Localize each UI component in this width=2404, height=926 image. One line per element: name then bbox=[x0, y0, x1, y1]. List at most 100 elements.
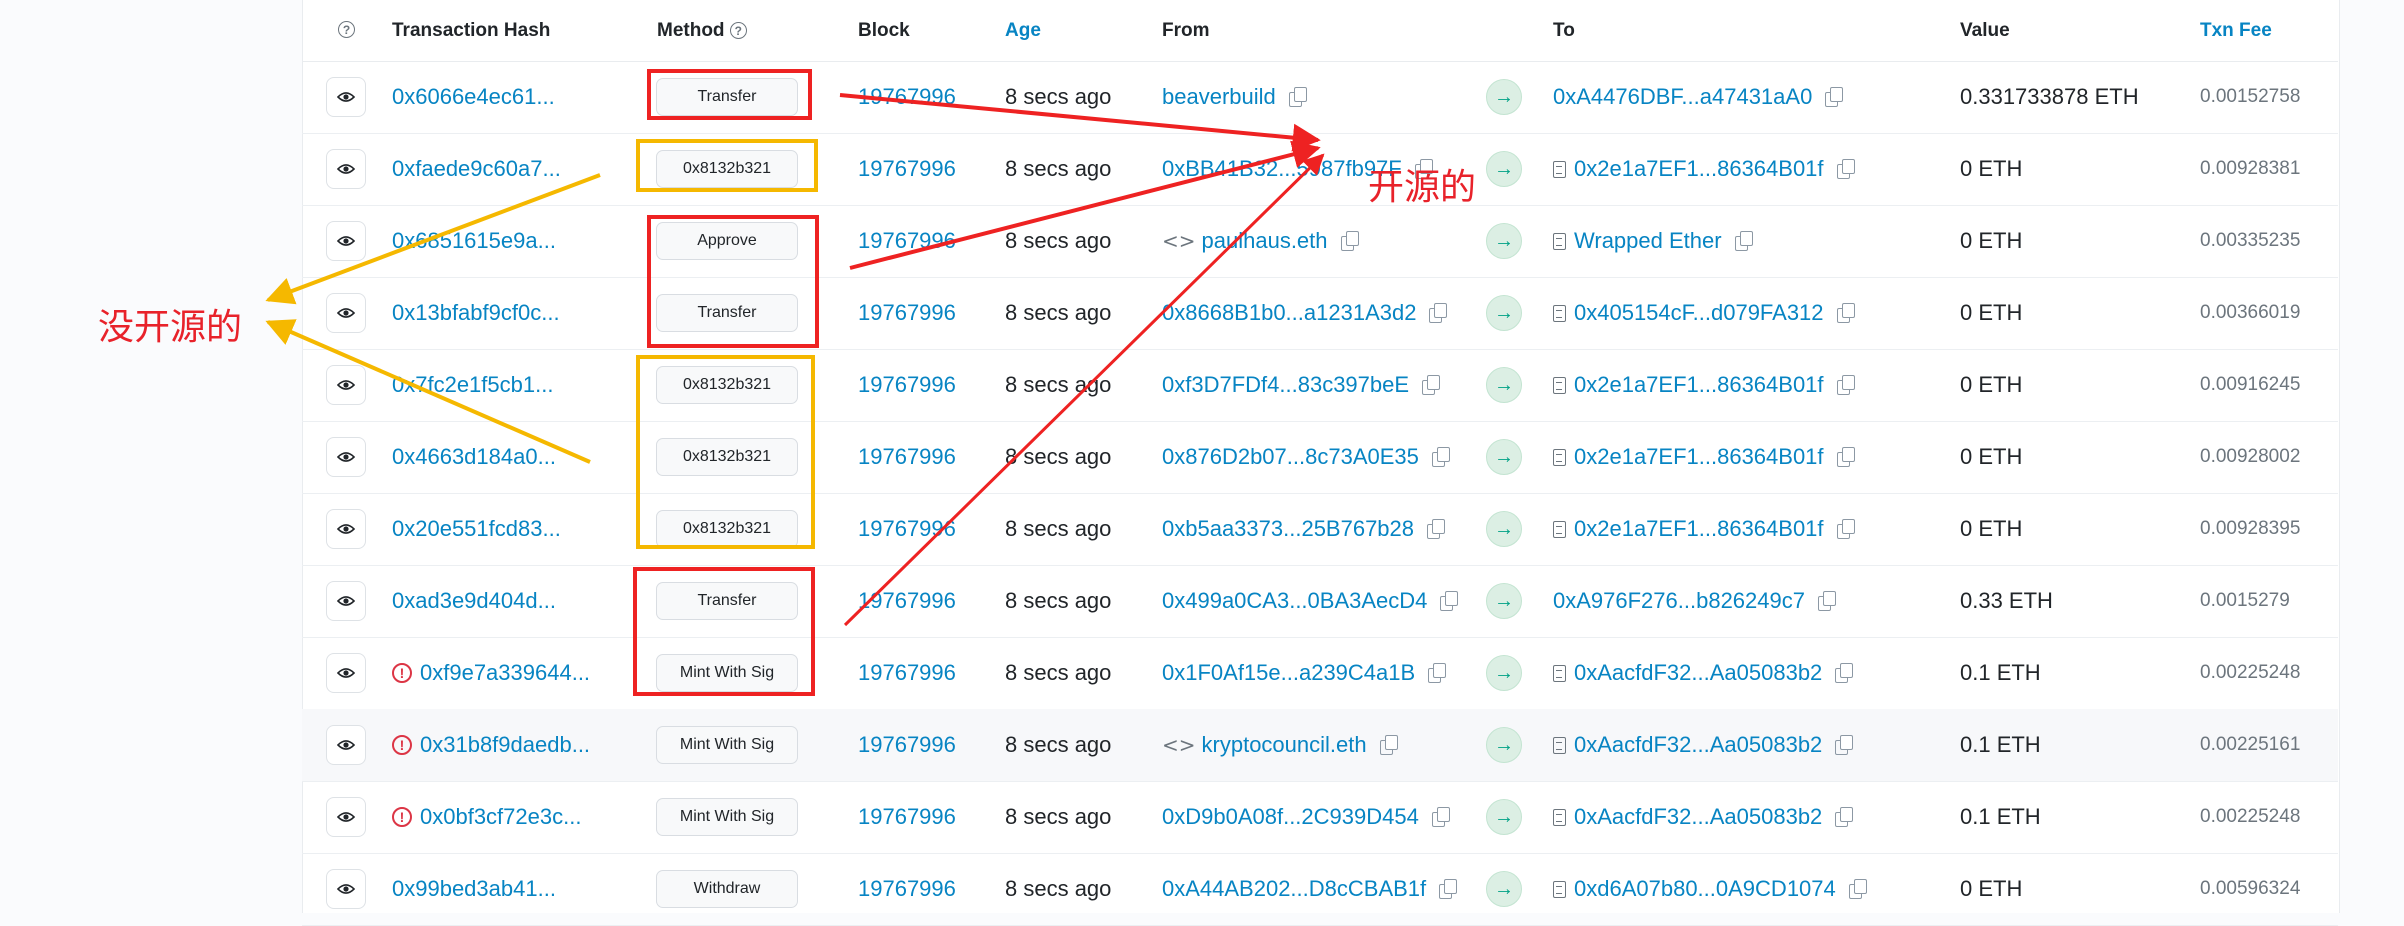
block-link[interactable]: 19767996 bbox=[858, 156, 956, 182]
txn-fee-text: 0.00596324 bbox=[2200, 878, 2301, 899]
copy-icon[interactable] bbox=[1836, 375, 1856, 395]
txn-fee-text: 0.00928395 bbox=[2200, 518, 2301, 539]
copy-icon[interactable] bbox=[1836, 447, 1856, 467]
copy-icon[interactable] bbox=[1431, 447, 1451, 467]
copy-icon[interactable] bbox=[1340, 231, 1360, 251]
tx-hash-link[interactable]: 0x20e551fcd83... bbox=[392, 516, 561, 542]
annotation-box-transfer bbox=[647, 69, 812, 120]
from-address-link[interactable]: 0x1F0Af15e...a239C4a1B bbox=[1162, 660, 1415, 686]
tx-hash-link[interactable]: 0x31b8f9daedb... bbox=[420, 732, 590, 758]
to-address-link[interactable]: 0x2e1a7EF1...86364B01f bbox=[1574, 516, 1824, 542]
eye-icon[interactable] bbox=[326, 221, 366, 261]
copy-icon[interactable] bbox=[1734, 231, 1754, 251]
from-address-link[interactable]: 0x8668B1b0...a1231A3d2 bbox=[1162, 300, 1416, 326]
copy-icon[interactable] bbox=[1288, 87, 1308, 107]
block-link[interactable]: 19767996 bbox=[858, 516, 956, 542]
tx-hash-link[interactable]: 0x13bfabf9cf0c... bbox=[392, 300, 560, 326]
method-badge[interactable]: Withdraw bbox=[656, 870, 798, 908]
from-address-link[interactable]: 0xA44AB202...D8cCBAB1f bbox=[1162, 876, 1426, 902]
copy-icon[interactable] bbox=[1836, 159, 1856, 179]
from-address-link[interactable]: 0xD9b0A08f...2C939D454 bbox=[1162, 804, 1419, 830]
block-link[interactable]: 19767996 bbox=[858, 876, 956, 902]
to-address-link[interactable]: 0xAacfdF32...Aa05083b2 bbox=[1574, 732, 1822, 758]
eye-icon[interactable] bbox=[326, 581, 366, 621]
to-address-link[interactable]: 0x405154cF...d079FA312 bbox=[1574, 300, 1824, 326]
tx-hash-link[interactable]: 0x99bed3ab41... bbox=[392, 876, 556, 902]
eye-icon[interactable] bbox=[326, 293, 366, 333]
txn-fee-text: 0.00335235 bbox=[2200, 230, 2301, 251]
copy-icon[interactable] bbox=[1439, 591, 1459, 611]
to-address-link[interactable]: 0xA4476DBF...a47431aA0 bbox=[1553, 84, 1812, 110]
arrow-right-icon: → bbox=[1486, 583, 1522, 619]
copy-icon[interactable] bbox=[1421, 375, 1441, 395]
eye-icon[interactable] bbox=[326, 509, 366, 549]
eye-icon[interactable] bbox=[326, 437, 366, 477]
tx-hash-link[interactable]: 0x4663d184a0... bbox=[392, 444, 556, 470]
copy-icon[interactable] bbox=[1379, 735, 1399, 755]
to-address-link[interactable]: Wrapped Ether bbox=[1574, 228, 1722, 254]
from-address-link[interactable]: beaverbuild bbox=[1162, 84, 1276, 110]
copy-icon[interactable] bbox=[1817, 591, 1837, 611]
copy-icon[interactable] bbox=[1834, 663, 1854, 683]
tx-hash-link[interactable]: 0x0bf3cf72e3c... bbox=[420, 804, 581, 830]
to-address-link[interactable]: 0x2e1a7EF1...86364B01f bbox=[1574, 444, 1824, 470]
copy-icon[interactable] bbox=[1431, 807, 1451, 827]
eye-icon[interactable] bbox=[326, 77, 366, 117]
to-address-link[interactable]: 0xd6A07b80...0A9CD1074 bbox=[1574, 876, 1836, 902]
from-address-link[interactable]: paulhaus.eth bbox=[1202, 228, 1328, 254]
to-address-link[interactable]: 0x2e1a7EF1...86364B01f bbox=[1574, 156, 1824, 182]
copy-icon[interactable] bbox=[1824, 87, 1844, 107]
from-address-link[interactable]: 0x499a0CA3...0BA3AecD4 bbox=[1162, 588, 1427, 614]
eye-icon[interactable] bbox=[326, 653, 366, 693]
copy-icon[interactable] bbox=[1438, 879, 1458, 899]
copy-icon[interactable] bbox=[1836, 519, 1856, 539]
tx-hash-link[interactable]: 0xf9e7a339644... bbox=[420, 660, 590, 686]
copy-icon[interactable] bbox=[1834, 735, 1854, 755]
tx-hash-link[interactable]: 0x7fc2e1f5cb1... bbox=[392, 372, 553, 398]
from-address-link[interactable]: 0xBB41B32...5987fb97F bbox=[1162, 156, 1402, 182]
tx-hash-link[interactable]: 0xfaede9c60a7... bbox=[392, 156, 561, 182]
from-address-link[interactable]: 0x876D2b07...8c73A0E35 bbox=[1162, 444, 1419, 470]
block-link[interactable]: 19767996 bbox=[858, 804, 956, 830]
eye-icon[interactable] bbox=[326, 797, 366, 837]
method-info-icon[interactable]: ? bbox=[729, 22, 747, 39]
copy-icon[interactable] bbox=[1426, 519, 1446, 539]
from-address-link[interactable]: 0xb5aa3373...25B767b28 bbox=[1162, 516, 1414, 542]
block-link[interactable]: 19767996 bbox=[858, 732, 956, 758]
block-link[interactable]: 19767996 bbox=[858, 660, 956, 686]
block-link[interactable]: 19767996 bbox=[858, 444, 956, 470]
eye-icon[interactable] bbox=[326, 365, 366, 405]
to-address-link[interactable]: 0xA976F276...b826249c7 bbox=[1553, 588, 1805, 614]
copy-icon[interactable] bbox=[1834, 807, 1854, 827]
from-address-link[interactable]: 0xf3D7FDf4...83c397beE bbox=[1162, 372, 1409, 398]
header-txn-fee[interactable]: Txn Fee bbox=[2200, 20, 2272, 42]
copy-icon[interactable] bbox=[1428, 303, 1448, 323]
value-text: 0 ETH bbox=[1960, 156, 2023, 181]
arrow-right-icon: → bbox=[1486, 799, 1522, 835]
to-address-link[interactable]: 0xAacfdF32...Aa05083b2 bbox=[1574, 660, 1822, 686]
tx-hash-link[interactable]: 0x6066e4ec61... bbox=[392, 84, 555, 110]
tx-hash-link[interactable]: 0xad3e9d404d... bbox=[392, 588, 556, 614]
to-address-link[interactable]: 0xAacfdF32...Aa05083b2 bbox=[1574, 804, 1822, 830]
eye-icon[interactable] bbox=[326, 149, 366, 189]
value-text: 0.331733878 ETH bbox=[1960, 84, 2139, 109]
block-link[interactable]: 19767996 bbox=[858, 300, 956, 326]
copy-icon[interactable] bbox=[1848, 879, 1868, 899]
method-badge[interactable]: Mint With Sig bbox=[656, 798, 798, 836]
method-badge[interactable]: Mint With Sig bbox=[656, 726, 798, 764]
info-circle-icon[interactable]: ? bbox=[338, 19, 355, 41]
block-link[interactable]: 19767996 bbox=[858, 84, 956, 110]
header-age[interactable]: Age bbox=[1005, 20, 1041, 42]
from-address-link[interactable]: kryptocouncil.eth bbox=[1202, 732, 1367, 758]
block-link[interactable]: 19767996 bbox=[858, 372, 956, 398]
block-link[interactable]: 19767996 bbox=[858, 588, 956, 614]
to-address-link[interactable]: 0x2e1a7EF1...86364B01f bbox=[1574, 372, 1824, 398]
block-link[interactable]: 19767996 bbox=[858, 228, 956, 254]
tx-hash-link[interactable]: 0x6851615e9a... bbox=[392, 228, 556, 254]
eye-icon[interactable] bbox=[326, 869, 366, 909]
age-text: 8 secs ago bbox=[1005, 300, 1112, 325]
copy-icon[interactable] bbox=[1836, 303, 1856, 323]
contract-file-icon bbox=[1553, 160, 1566, 178]
copy-icon[interactable] bbox=[1427, 663, 1447, 683]
eye-icon[interactable] bbox=[326, 725, 366, 765]
